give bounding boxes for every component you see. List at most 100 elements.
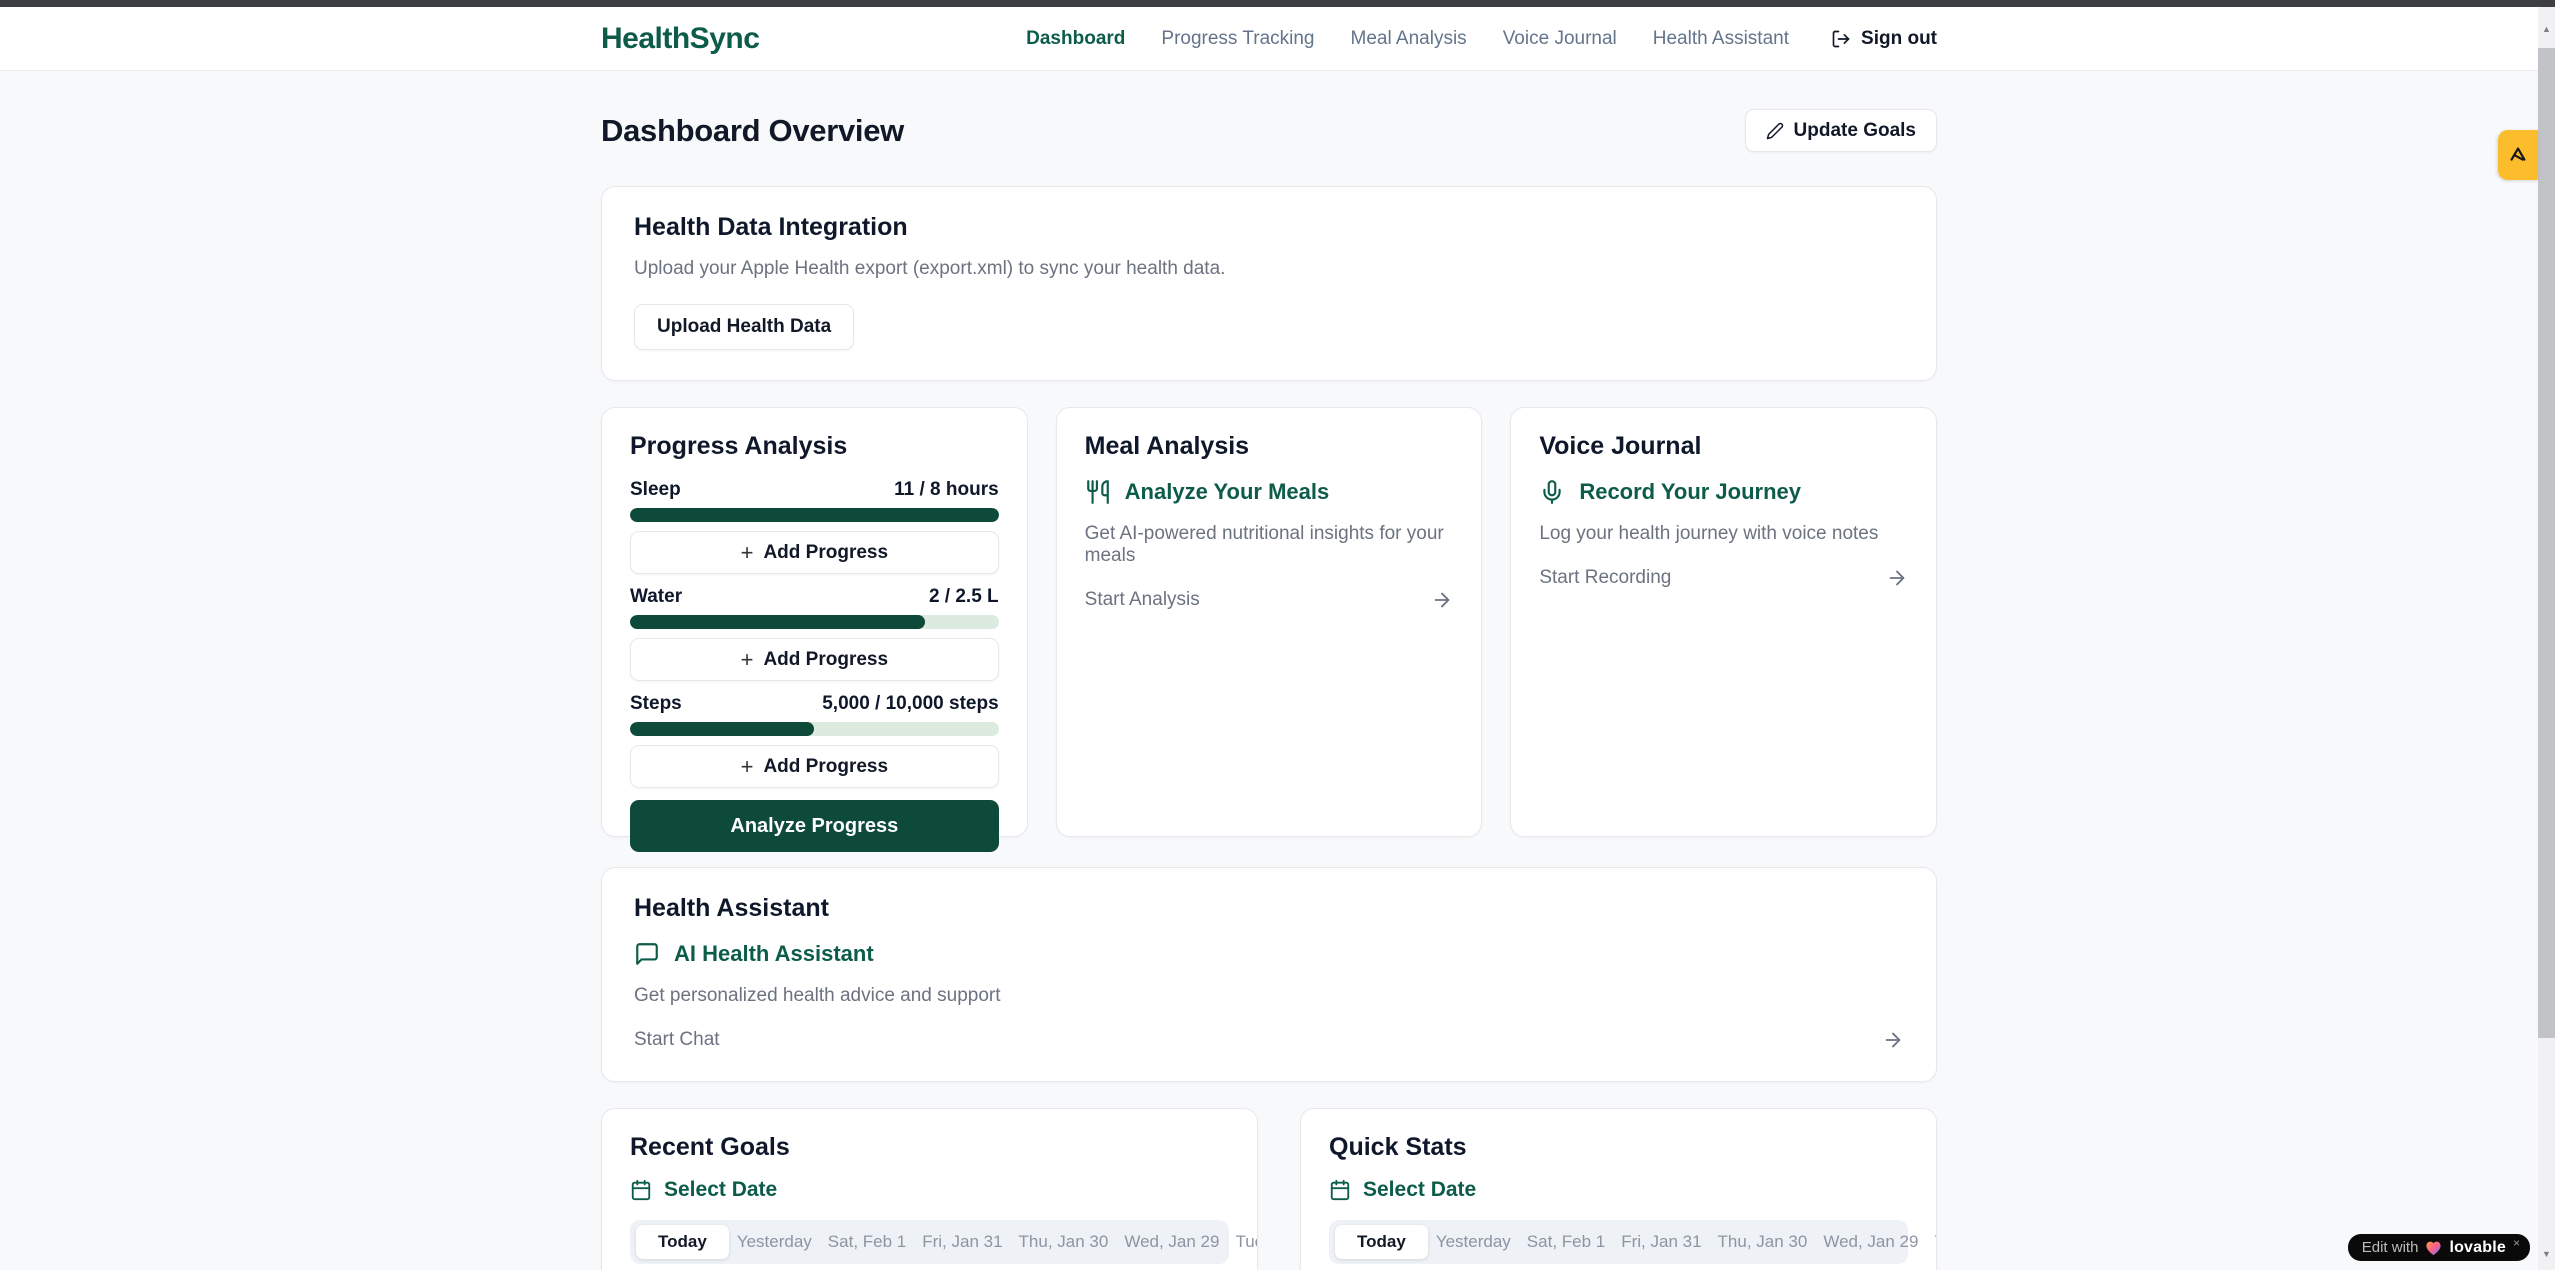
badge-close-icon[interactable]: ×	[2513, 1236, 2520, 1250]
progress-analysis-title: Progress Analysis	[630, 432, 999, 461]
arrow-right-icon	[1882, 1029, 1904, 1051]
plus-icon: +	[741, 756, 754, 778]
add-steps-progress-button[interactable]: + Add Progress	[630, 745, 999, 788]
date-tab-fri-jan-31[interactable]: Fri, Jan 31	[914, 1225, 1010, 1259]
assistant-card-title: Health Assistant	[634, 894, 1904, 923]
integration-description: Upload your Apple Health export (export.…	[634, 258, 1904, 280]
record-your-journey-label: Record Your Journey	[1579, 479, 1801, 505]
date-tab-tue-jan-28[interactable]: Tue, Jan 28	[1926, 1225, 1937, 1259]
scrollbar-up-arrow[interactable]: ▲	[2538, 21, 2555, 37]
quick-stats-card: Quick Stats Select Date Today Yesterday …	[1300, 1108, 1937, 1270]
date-tab-today[interactable]: Today	[636, 1225, 729, 1259]
start-chat-link[interactable]: Start Chat	[634, 1029, 1904, 1051]
date-tab-wed-jan-29[interactable]: Wed, Jan 29	[1815, 1225, 1926, 1259]
scrollbar-down-arrow[interactable]: ▼	[2538, 1246, 2555, 1262]
calendar-icon	[630, 1179, 652, 1201]
main-nav: Dashboard Progress Tracking Meal Analysi…	[1026, 28, 1937, 50]
voice-journal-card: Voice Journal Record Your Journey Log yo…	[1510, 407, 1937, 837]
recent-goals-card: Recent Goals Select Date Today Yesterday…	[601, 1108, 1258, 1270]
start-analysis-link[interactable]: Start Analysis	[1085, 589, 1454, 611]
analyze-progress-button[interactable]: Analyze Progress	[630, 800, 999, 852]
main-content: Dashboard Overview Update Goals Health D…	[0, 71, 2538, 1270]
arrow-right-icon	[1886, 567, 1908, 589]
date-tab-yesterday[interactable]: Yesterday	[729, 1225, 820, 1259]
quick-stats-title: Quick Stats	[1329, 1133, 1908, 1162]
water-label: Water	[630, 586, 682, 608]
edit-with-lovable-badge[interactable]: Edit with lovable ×	[2348, 1234, 2530, 1261]
nav-meal-analysis[interactable]: Meal Analysis	[1351, 28, 1467, 50]
nav-voice-journal[interactable]: Voice Journal	[1503, 28, 1617, 50]
add-sleep-progress-button[interactable]: + Add Progress	[630, 531, 999, 574]
app-logo[interactable]: HealthSync	[601, 22, 759, 56]
gradient-heart-icon	[2425, 1240, 2442, 1256]
date-tab-tue-jan-28[interactable]: Tue, Jan 28	[1227, 1225, 1258, 1259]
recent-goals-title: Recent Goals	[630, 1133, 1229, 1162]
page-title: Dashboard Overview	[601, 113, 904, 149]
date-tab-wed-jan-29[interactable]: Wed, Jan 29	[1116, 1225, 1227, 1259]
app-header: HealthSync Dashboard Progress Tracking M…	[0, 7, 2538, 71]
date-tab-today[interactable]: Today	[1335, 1225, 1428, 1259]
nav-health-assistant[interactable]: Health Assistant	[1653, 28, 1789, 50]
quick-stats-select-date[interactable]: Select Date	[1329, 1178, 1908, 1202]
add-progress-label: Add Progress	[763, 649, 888, 671]
progress-analysis-card: Progress Analysis Sleep 11 / 8 hours + A…	[601, 407, 1028, 837]
browser-chrome-strip	[0, 0, 2555, 7]
water-metric: Water 2 / 2.5 L + Add Progress	[630, 586, 999, 681]
sign-out-label: Sign out	[1861, 28, 1937, 50]
pencil-icon	[1766, 122, 1784, 140]
sleep-progress-bar	[630, 508, 999, 522]
steps-label: Steps	[630, 693, 682, 715]
start-chat-label: Start Chat	[634, 1029, 720, 1051]
health-assistant-card: Health Assistant AI Health Assistant Get…	[601, 867, 1937, 1082]
sleep-value: 11 / 8 hours	[894, 479, 999, 501]
steps-metric: Steps 5,000 / 10,000 steps + Add Progres…	[630, 693, 999, 788]
logout-icon	[1831, 29, 1851, 49]
arrow-right-icon	[1431, 589, 1453, 611]
recent-goals-date-tabs: Today Yesterday Sat, Feb 1 Fri, Jan 31 T…	[630, 1220, 1229, 1264]
analyze-your-meals-link[interactable]: Analyze Your Meals	[1085, 479, 1454, 505]
recent-goals-select-date[interactable]: Select Date	[630, 1178, 1229, 1202]
steps-progress-bar	[630, 722, 999, 736]
date-tab-fri-jan-31[interactable]: Fri, Jan 31	[1613, 1225, 1709, 1259]
calendar-icon	[1329, 1179, 1351, 1201]
chat-bubble-icon	[634, 941, 660, 967]
date-tab-thu-jan-30[interactable]: Thu, Jan 30	[1710, 1225, 1816, 1259]
integration-title: Health Data Integration	[634, 213, 1904, 242]
meal-analysis-card: Meal Analysis Analyze Your Meals Get AI-…	[1056, 407, 1483, 837]
ai-health-assistant-link[interactable]: AI Health Assistant	[634, 941, 1904, 967]
sleep-metric: Sleep 11 / 8 hours + Add Progress	[630, 479, 999, 574]
record-your-journey-link[interactable]: Record Your Journey	[1539, 479, 1908, 505]
upload-health-data-button[interactable]: Upload Health Data	[634, 304, 854, 350]
scrollbar-thumb[interactable]	[2538, 48, 2555, 1038]
edit-with-label: Edit with	[2362, 1239, 2419, 1256]
start-recording-link[interactable]: Start Recording	[1539, 567, 1908, 589]
plus-icon: +	[741, 649, 754, 671]
vertical-scrollbar[interactable]: ▲ ▼	[2538, 7, 2555, 1270]
caret-logo-icon	[2507, 144, 2529, 166]
voice-card-title: Voice Journal	[1539, 432, 1908, 461]
date-tab-thu-jan-30[interactable]: Thu, Jan 30	[1011, 1225, 1117, 1259]
utensils-icon	[1085, 479, 1111, 505]
water-progress-bar	[630, 615, 999, 629]
meal-card-description: Get AI-powered nutritional insights for …	[1085, 523, 1454, 567]
add-water-progress-button[interactable]: + Add Progress	[630, 638, 999, 681]
lovable-label: lovable	[2449, 1239, 2506, 1257]
update-goals-button[interactable]: Update Goals	[1745, 109, 1937, 152]
sign-out-button[interactable]: Sign out	[1831, 28, 1937, 50]
date-tab-sat-feb-1[interactable]: Sat, Feb 1	[820, 1225, 914, 1259]
analyze-your-meals-label: Analyze Your Meals	[1125, 479, 1330, 505]
microphone-icon	[1539, 479, 1565, 505]
start-recording-label: Start Recording	[1539, 567, 1671, 589]
nav-dashboard[interactable]: Dashboard	[1026, 28, 1125, 50]
side-panel-toggle-button[interactable]	[2498, 130, 2538, 180]
assistant-card-description: Get personalized health advice and suppo…	[634, 985, 1904, 1007]
date-tab-sat-feb-1[interactable]: Sat, Feb 1	[1519, 1225, 1613, 1259]
meal-card-title: Meal Analysis	[1085, 432, 1454, 461]
add-progress-label: Add Progress	[763, 542, 888, 564]
start-analysis-label: Start Analysis	[1085, 589, 1200, 611]
add-progress-label: Add Progress	[763, 756, 888, 778]
plus-icon: +	[741, 542, 754, 564]
ai-health-assistant-label: AI Health Assistant	[674, 941, 874, 967]
nav-progress-tracking[interactable]: Progress Tracking	[1161, 28, 1314, 50]
date-tab-yesterday[interactable]: Yesterday	[1428, 1225, 1519, 1259]
